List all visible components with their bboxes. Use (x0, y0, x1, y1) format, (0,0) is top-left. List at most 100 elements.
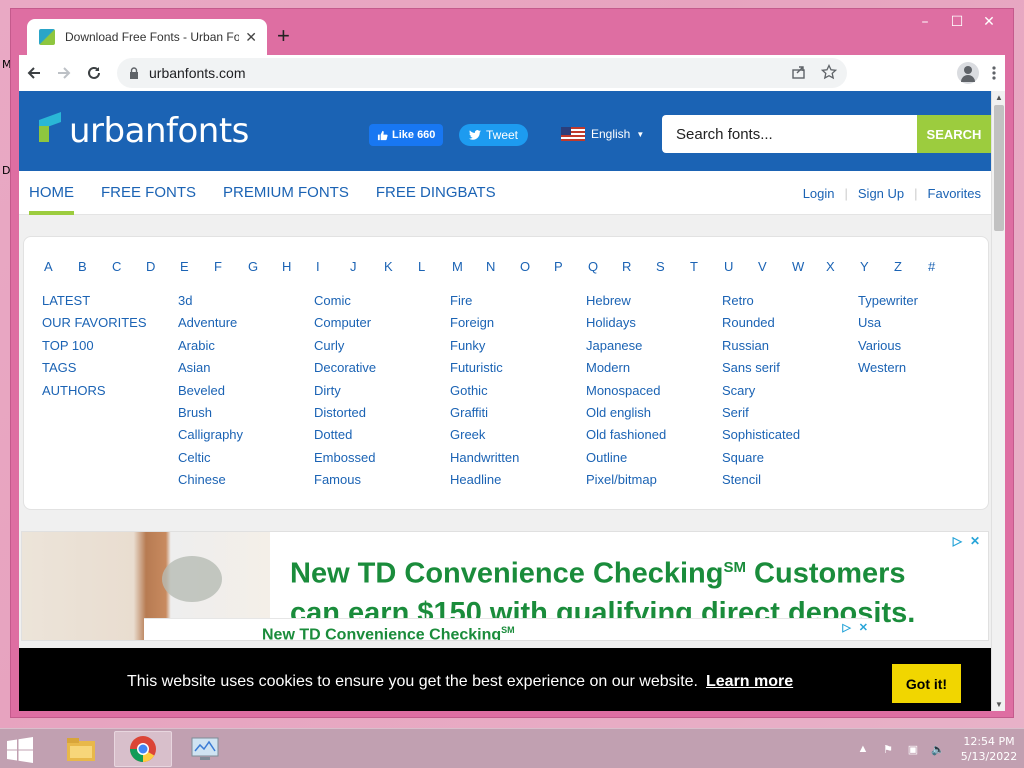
alphabet-letter[interactable]: E (178, 259, 212, 274)
category-link[interactable]: Western (858, 357, 994, 379)
scroll-thumb[interactable] (994, 105, 1004, 231)
alphabet-letter[interactable]: T (688, 259, 722, 274)
category-link[interactable]: Dirty (314, 380, 450, 402)
close-ad-icon[interactable]: ✕ (970, 534, 980, 548)
ad-choices-icon[interactable]: ▷ (953, 534, 962, 548)
alphabet-letter[interactable]: M (450, 259, 484, 274)
browser-tab[interactable]: Download Free Fonts - Urban Fo ✕ (27, 19, 267, 55)
category-link[interactable]: Rounded (722, 312, 858, 334)
ad-banner-overlay[interactable]: New TD Convenience CheckingSM ▷ ✕ (144, 618, 872, 640)
language-selector[interactable]: English ▼ (561, 127, 644, 141)
back-button[interactable] (19, 58, 49, 88)
close-tab-icon[interactable]: ✕ (245, 29, 257, 46)
alphabet-letter[interactable]: J (348, 259, 382, 274)
category-link[interactable]: 3d (178, 290, 314, 312)
category-link[interactable]: Graffiti (450, 402, 586, 424)
alphabet-letter[interactable]: C (110, 259, 144, 274)
category-link[interactable]: Gothic (450, 380, 586, 402)
maximize-button[interactable]: ☐ (941, 11, 973, 33)
alphabet-letter[interactable]: X (824, 259, 858, 274)
nav-free-fonts[interactable]: FREE FONTS (101, 171, 196, 215)
category-link[interactable]: Chinese (178, 469, 314, 491)
site-logo[interactable]: urbanfonts (39, 111, 249, 151)
new-tab-button[interactable]: + (277, 23, 290, 49)
category-link[interactable]: Outline (586, 447, 722, 469)
close-window-button[interactable]: ✕ (973, 11, 1005, 33)
category-link[interactable]: Decorative (314, 357, 450, 379)
alphabet-letter[interactable]: S (654, 259, 688, 274)
category-link[interactable]: Greek (450, 424, 586, 446)
category-link[interactable]: Calligraphy (178, 424, 314, 446)
alphabet-letter[interactable]: Q (586, 259, 620, 274)
category-link[interactable]: Monospaced (586, 380, 722, 402)
category-link[interactable]: Funky (450, 335, 586, 357)
login-link[interactable]: Login (803, 186, 835, 201)
category-link[interactable]: Scary (722, 380, 858, 402)
alphabet-letter[interactable]: N (484, 259, 518, 274)
alphabet-letter[interactable]: H (280, 259, 314, 274)
alphabet-letter[interactable]: L (416, 259, 450, 274)
alphabet-letter[interactable]: B (76, 259, 110, 274)
alphabet-letter[interactable]: G (246, 259, 280, 274)
category-link[interactable]: Sans serif (722, 357, 858, 379)
category-link[interactable]: OUR FAVORITES (42, 312, 178, 334)
category-link[interactable]: Computer (314, 312, 450, 334)
category-link[interactable]: Sophisticated (722, 424, 858, 446)
category-link[interactable]: AUTHORS (42, 380, 178, 402)
alphabet-letter[interactable]: K (382, 259, 416, 274)
category-link[interactable]: Modern (586, 357, 722, 379)
scrollbar[interactable]: ▲ ▼ (991, 91, 1005, 711)
category-link[interactable]: Serif (722, 402, 858, 424)
forward-button[interactable] (49, 58, 79, 88)
advertisement[interactable]: New TD Convenience CheckingSM Customers … (21, 531, 989, 641)
category-link[interactable]: Pixel/bitmap (586, 469, 722, 491)
category-link[interactable]: Distorted (314, 402, 450, 424)
start-button[interactable] (6, 737, 40, 763)
category-link[interactable]: Russian (722, 335, 858, 357)
nav-home[interactable]: HOME (29, 171, 74, 215)
taskbar-app[interactable] (176, 731, 234, 767)
category-link[interactable]: Arabic (178, 335, 314, 357)
category-link[interactable]: Typewriter (858, 290, 994, 312)
facebook-like-button[interactable]: Like 660 (369, 124, 444, 146)
category-link[interactable]: TOP 100 (42, 335, 178, 357)
alphabet-letter[interactable]: V (756, 259, 790, 274)
category-link[interactable]: Old fashioned (586, 424, 722, 446)
category-link[interactable]: Japanese (586, 335, 722, 357)
tweet-button[interactable]: Tweet (459, 124, 529, 146)
category-link[interactable]: Foreign (450, 312, 586, 334)
category-link[interactable]: Beveled (178, 380, 314, 402)
network-icon[interactable]: ▣ (904, 740, 922, 758)
alphabet-letter[interactable]: W (790, 259, 824, 274)
category-link[interactable]: Celtic (178, 447, 314, 469)
share-icon[interactable] (791, 64, 807, 80)
category-link[interactable]: Stencil (722, 469, 858, 491)
category-link[interactable]: Adventure (178, 312, 314, 334)
alphabet-letter[interactable]: O (518, 259, 552, 274)
category-link[interactable]: Holidays (586, 312, 722, 334)
category-link[interactable]: Dotted (314, 424, 450, 446)
category-link[interactable]: Retro (722, 290, 858, 312)
alphabet-letter[interactable]: P (552, 259, 586, 274)
minimize-button[interactable]: – (909, 11, 941, 33)
ad-choices[interactable]: ▷ ✕ (953, 534, 980, 548)
action-center-flag-icon[interactable]: ⚑ (879, 740, 897, 758)
category-link[interactable]: TAGS (42, 357, 178, 379)
category-link[interactable]: Handwritten (450, 447, 586, 469)
alphabet-letter[interactable]: A (42, 259, 76, 274)
font-search-input[interactable] (662, 115, 918, 153)
close-ad-icon[interactable]: ✕ (859, 621, 868, 634)
alphabet-letter[interactable]: F (212, 259, 246, 274)
favorites-link[interactable]: Favorites (928, 186, 981, 201)
learn-more-link[interactable]: Learn more (706, 673, 793, 691)
alphabet-letter[interactable]: Z (892, 259, 926, 274)
more-menu-icon[interactable] (991, 65, 997, 81)
category-link[interactable]: Old english (586, 402, 722, 424)
category-link[interactable]: Headline (450, 469, 586, 491)
taskbar-chrome[interactable] (114, 731, 172, 767)
alphabet-letter[interactable]: I (314, 259, 348, 274)
volume-muted-icon[interactable]: 🔈 (929, 740, 947, 758)
ad-choices-icon[interactable]: ▷ (842, 621, 850, 634)
alphabet-letter[interactable]: Y (858, 259, 892, 274)
alphabet-letter[interactable]: R (620, 259, 654, 274)
